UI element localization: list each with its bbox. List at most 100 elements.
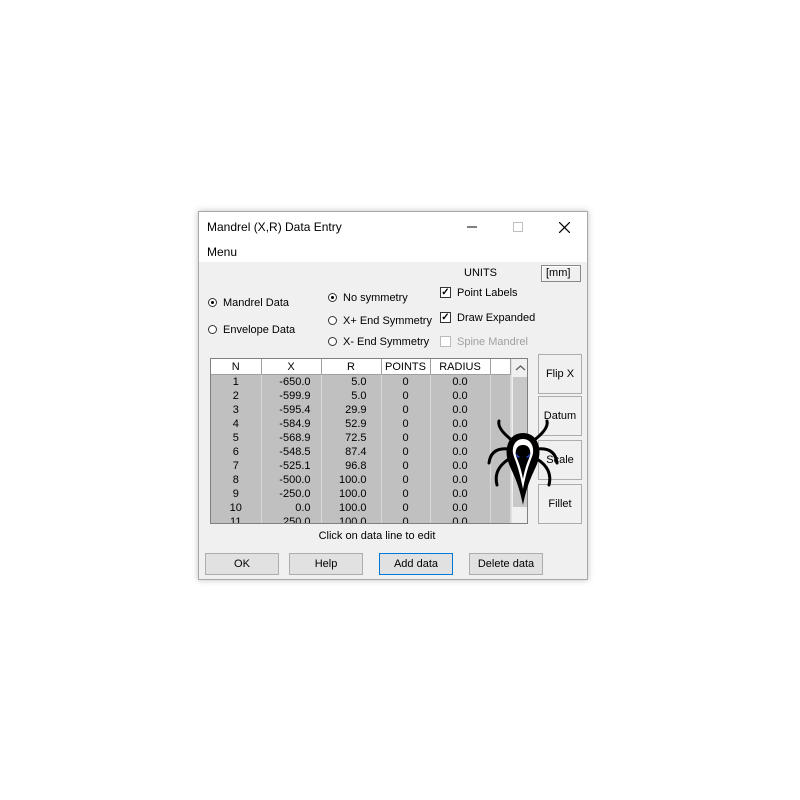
table-cell[interactable]: 0	[381, 515, 431, 523]
data-grid[interactable]: N X R POINTS RADIUS 1 -650.0 5.0 0 0.0 2 -599.…	[210, 358, 528, 524]
table-cell[interactable]: 0.0	[430, 473, 491, 487]
radio-x-plus-end-symmetry-label[interactable]: X+ End Symmetry	[343, 315, 432, 327]
table-cell[interactable]: 2	[211, 389, 262, 403]
table-cell[interactable]: -599.9	[261, 389, 322, 403]
table-row[interactable]: 11 250.0 100.0 0 0.0	[211, 515, 511, 523]
table-cell[interactable]: 0	[381, 459, 431, 473]
point-labels-checkbox[interactable]: ✓	[440, 287, 451, 298]
table-cell[interactable]: 3	[211, 403, 262, 417]
table-cell[interactable]: -584.9	[261, 417, 322, 431]
column-header-x[interactable]: X	[261, 359, 322, 375]
table-cell[interactable]: -548.5	[261, 445, 322, 459]
radio-x-minus-end-symmetry[interactable]	[328, 337, 337, 346]
table-cell[interactable]: 72.5	[321, 431, 382, 445]
table-row[interactable]: 7 -525.1 96.8 0 0.0	[211, 459, 511, 473]
table-cell[interactable]: 29.9	[321, 403, 382, 417]
help-button[interactable]: Help	[289, 553, 363, 575]
flip-x-button[interactable]: Flip X	[538, 354, 582, 394]
table-cell[interactable]: 6	[211, 445, 262, 459]
table-cell[interactable]: 0.0	[430, 515, 491, 523]
scroll-up-arrow-icon[interactable]	[512, 361, 528, 375]
column-header-radius[interactable]: RADIUS	[430, 359, 491, 375]
delete-data-button[interactable]: Delete data	[469, 553, 543, 575]
table-cell[interactable]: -250.0	[261, 487, 322, 501]
menu-item-menu[interactable]: Menu	[207, 245, 237, 259]
table-cell[interactable]: 0	[381, 431, 431, 445]
table-cell[interactable]: -650.0	[261, 374, 322, 389]
column-header-n[interactable]: N	[211, 359, 262, 375]
radio-mandrel-data-label[interactable]: Mandrel Data	[223, 297, 289, 309]
table-cell[interactable]: 250.0	[261, 515, 322, 523]
table-cell[interactable]: 0	[381, 501, 431, 515]
table-cell[interactable]: 0.0	[430, 417, 491, 431]
close-button[interactable]	[541, 212, 587, 242]
table-row[interactable]: 9 -250.0 100.0 0 0.0	[211, 487, 511, 501]
radio-mandrel-data[interactable]	[208, 298, 217, 307]
table-cell[interactable]: 5	[211, 431, 262, 445]
table-cell[interactable]: 5.0	[321, 389, 382, 403]
edit-hint-text: Click on data line to edit	[318, 530, 436, 542]
table-cell[interactable]: 7	[211, 459, 262, 473]
column-header-points[interactable]: POINTS	[381, 359, 431, 375]
table-cell[interactable]: 0.0	[430, 501, 491, 515]
table-cell[interactable]: 9	[211, 487, 262, 501]
ok-button[interactable]: OK	[205, 553, 279, 575]
column-header-r[interactable]: R	[321, 359, 382, 375]
table-cell[interactable]: 0	[381, 445, 431, 459]
table-row[interactable]: 8 -500.0 100.0 0 0.0	[211, 473, 511, 487]
maximize-button[interactable]	[495, 212, 541, 242]
radio-no-symmetry[interactable]	[328, 293, 337, 302]
radio-x-minus-end-symmetry-label[interactable]: X- End Symmetry	[343, 336, 429, 348]
table-row[interactable]: 6 -548.5 87.4 0 0.0	[211, 445, 511, 459]
table-cell[interactable]: 0.0	[430, 487, 491, 501]
table-row[interactable]: 2 -599.9 5.0 0 0.0	[211, 389, 511, 403]
radio-x-plus-end-symmetry[interactable]	[328, 316, 337, 325]
spine-mandrel-checkbox	[440, 336, 451, 347]
table-row[interactable]: 10 0.0 100.0 0 0.0	[211, 501, 511, 515]
table-cell[interactable]: 0.0	[430, 403, 491, 417]
table-cell[interactable]: 87.4	[321, 445, 382, 459]
add-data-button[interactable]: Add data	[379, 553, 453, 575]
table-cell[interactable]: 0	[381, 487, 431, 501]
table-cell[interactable]: 0	[381, 473, 431, 487]
minimize-button[interactable]	[449, 212, 495, 242]
draw-expanded-checkbox[interactable]: ✓	[440, 312, 451, 323]
table-cell[interactable]: 0.0	[430, 445, 491, 459]
table-cell[interactable]: 0.0	[261, 501, 322, 515]
table-cell[interactable]: 96.8	[321, 459, 382, 473]
spider-logo-icon	[487, 419, 559, 505]
table-cell[interactable]: 100.0	[321, 473, 382, 487]
table-cell[interactable]: 0	[381, 417, 431, 431]
table-cell[interactable]: -500.0	[261, 473, 322, 487]
radio-envelope-data[interactable]	[208, 325, 217, 334]
table-row[interactable]: 5 -568.9 72.5 0 0.0	[211, 431, 511, 445]
table-row[interactable]: 4 -584.9 52.9 0 0.0	[211, 417, 511, 431]
draw-expanded-label[interactable]: Draw Expanded	[457, 312, 535, 324]
table-cell[interactable]: 0	[381, 403, 431, 417]
radio-envelope-data-label[interactable]: Envelope Data	[223, 324, 295, 336]
table-cell[interactable]: 100.0	[321, 487, 382, 501]
table-cell[interactable]: 5.0	[321, 374, 382, 389]
table-cell[interactable]: 0.0	[430, 459, 491, 473]
table-cell[interactable]: 0.0	[430, 374, 491, 389]
table-cell[interactable]: 0.0	[430, 389, 491, 403]
radio-no-symmetry-label[interactable]: No symmetry	[343, 292, 408, 304]
table-cell[interactable]: 0.0	[430, 431, 491, 445]
table-cell[interactable]: -595.4	[261, 403, 322, 417]
table-row[interactable]: 3 -595.4 29.9 0 0.0	[211, 403, 511, 417]
table-cell[interactable]: 0	[381, 374, 431, 389]
table-cell[interactable]: 1	[211, 374, 262, 389]
table-cell[interactable]: 4	[211, 417, 262, 431]
units-label: UNITS	[464, 267, 497, 279]
table-row[interactable]: 1 -650.0 5.0 0 0.0	[211, 374, 511, 389]
table-cell[interactable]: -568.9	[261, 431, 322, 445]
table-cell[interactable]: 100.0	[321, 515, 382, 523]
table-cell[interactable]: 11	[211, 515, 262, 523]
table-cell[interactable]: 52.9	[321, 417, 382, 431]
table-cell[interactable]: 10	[211, 501, 262, 515]
table-cell[interactable]: 8	[211, 473, 262, 487]
table-cell[interactable]: 0	[381, 389, 431, 403]
table-cell[interactable]: -525.1	[261, 459, 322, 473]
table-cell[interactable]: 100.0	[321, 501, 382, 515]
point-labels-label[interactable]: Point Labels	[457, 287, 518, 299]
